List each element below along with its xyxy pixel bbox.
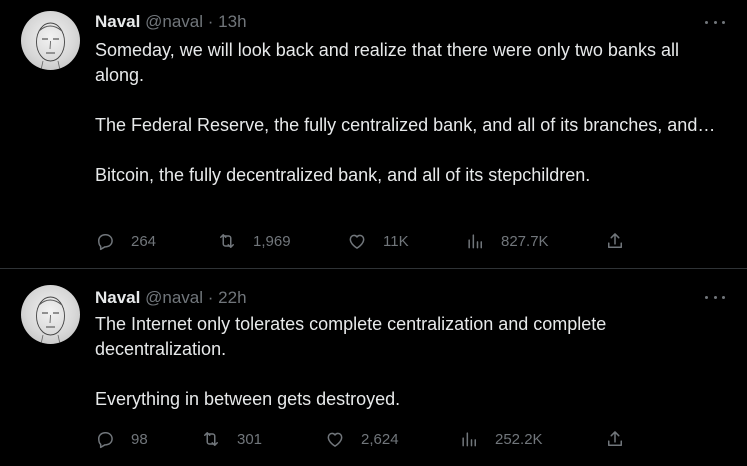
tweet-actions: 98 301 2,624 252.2K: [95, 427, 635, 451]
tweet-paragraph: Bitcoin, the fully decentralized bank, a…: [95, 165, 591, 185]
timestamp[interactable]: 13h: [218, 12, 246, 31]
reply-button[interactable]: 98: [95, 429, 201, 449]
share-button[interactable]: [605, 231, 625, 251]
view-count: 827.7K: [501, 232, 549, 250]
like-count: 2,624: [361, 430, 399, 448]
retweet-count: 1,969: [253, 232, 291, 250]
reply-icon: [98, 234, 113, 251]
tweet-paragraph: Someday, we will look back and realize t…: [95, 40, 679, 85]
views-button[interactable]: 827.7K: [465, 231, 605, 251]
like-icon: [349, 234, 365, 249]
reply-count: 264: [131, 232, 157, 250]
separator-dot: ·: [207, 288, 214, 307]
tweet-text: Someday, we will look back and realize t…: [95, 38, 730, 188]
author-handle[interactable]: @naval: [145, 12, 203, 31]
retweet-count: 301: [237, 430, 263, 448]
tweet-header: Naval @naval · 13h: [95, 12, 247, 32]
reply-count: 98: [131, 430, 148, 448]
view-count: 252.2K: [495, 430, 543, 448]
reply-icon: [98, 432, 113, 449]
tweet[interactable]: Naval @naval · 13h Someday, we will look…: [0, 0, 747, 269]
tweet[interactable]: Naval @naval · 22h The Internet only tol…: [0, 269, 747, 466]
author-name[interactable]: Naval: [95, 288, 140, 307]
views-button[interactable]: 252.2K: [459, 429, 605, 449]
author-name[interactable]: Naval: [95, 12, 140, 31]
avatar[interactable]: [21, 285, 80, 344]
like-button[interactable]: 11K: [347, 231, 465, 251]
more-icon[interactable]: [705, 292, 725, 302]
like-button[interactable]: 2,624: [325, 429, 459, 449]
retweet-icon: [204, 432, 218, 446]
reply-button[interactable]: 264: [95, 231, 217, 251]
avatar[interactable]: [21, 11, 80, 70]
like-icon: [327, 432, 343, 447]
tweet-paragraph: The Internet only tolerates complete cen…: [95, 314, 607, 359]
share-icon: [608, 233, 622, 248]
separator-dot: ·: [207, 12, 214, 31]
tweet-text: The Internet only tolerates complete cen…: [95, 312, 730, 412]
tweet-header: Naval @naval · 22h: [95, 288, 247, 308]
tweet-paragraph: Everything in between gets destroyed.: [95, 389, 401, 409]
tweet-paragraph: The Federal Reserve, the fully centraliz…: [95, 115, 716, 135]
share-button[interactable]: [605, 429, 625, 449]
author-handle[interactable]: @naval: [145, 288, 203, 307]
retweet-button[interactable]: 1,969: [217, 231, 347, 251]
views-icon: [468, 234, 482, 249]
retweet-icon: [220, 234, 234, 248]
retweet-button[interactable]: 301: [201, 429, 325, 449]
like-count: 11K: [383, 232, 409, 250]
views-icon: [462, 432, 476, 447]
share-icon: [608, 431, 622, 446]
timestamp[interactable]: 22h: [218, 288, 246, 307]
tweet-actions: 264 1,969 11K 827.7K: [95, 229, 635, 253]
more-icon[interactable]: [705, 17, 725, 27]
